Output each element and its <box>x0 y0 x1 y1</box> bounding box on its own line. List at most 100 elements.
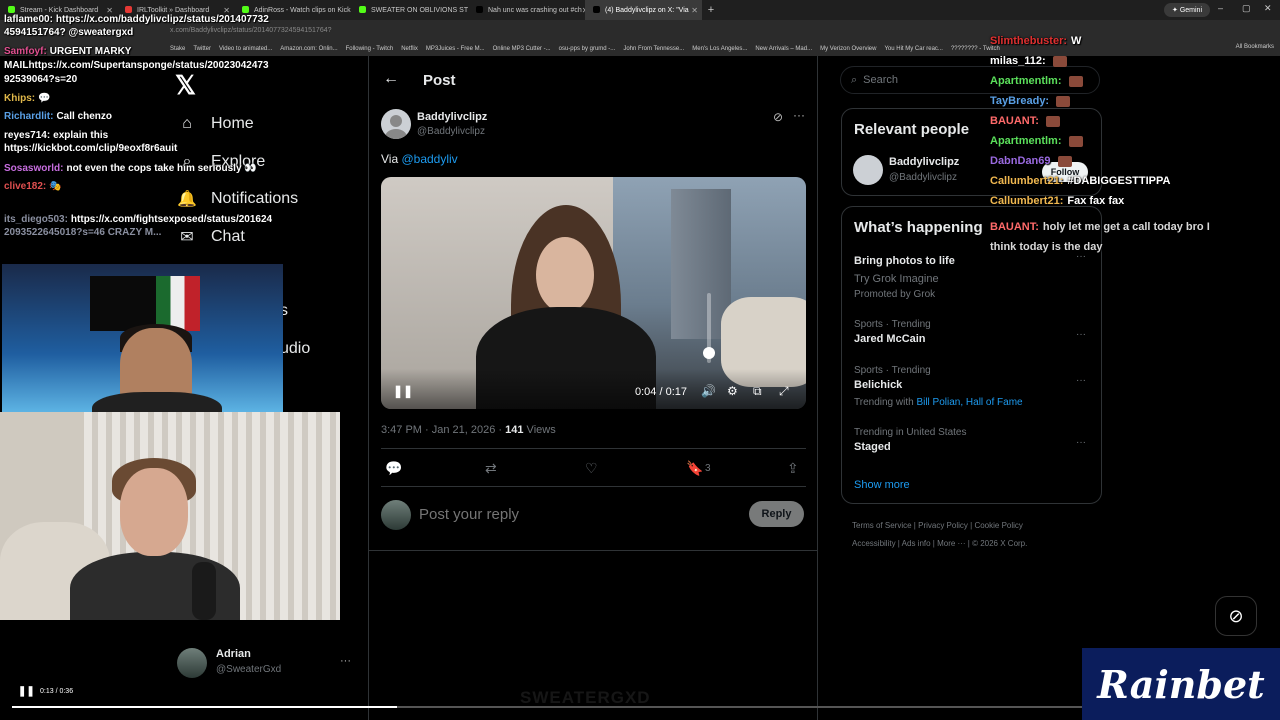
author-handle[interactable]: @Baddylivclipz <box>417 126 485 137</box>
tab-label: AdinRoss - Watch clips on Kick <box>254 6 351 14</box>
tab-label: SWEATER ON OBLIVIONS STRE <box>371 6 468 14</box>
relevant-avatar[interactable] <box>853 155 883 185</box>
divider <box>369 550 818 551</box>
post-timestamp[interactable]: 3:47 PM · Jan 21, 2026 · <box>381 424 505 436</box>
settings-gear-icon[interactable]: ⚙ <box>727 384 738 398</box>
repost-icon[interactable]: ⇄ <box>485 460 497 477</box>
footer-link[interactable]: Terms of Service <box>852 521 912 530</box>
home-icon: ⌂ <box>182 115 192 132</box>
share-icon[interactable]: ⇪ <box>787 460 799 477</box>
chat-message: think today is the day <box>990 241 1102 253</box>
trend-title[interactable]: Staged <box>854 441 891 453</box>
account-handle[interactable]: @SweaterGxd <box>216 664 281 675</box>
trend-title[interactable]: Belichick <box>854 379 902 391</box>
nav-item-chat[interactable]: ✉ Chat <box>177 227 245 247</box>
bookmark-item[interactable]: Amazon.com: Onlin... <box>280 46 337 52</box>
reply-icon[interactable]: 💬 <box>385 460 402 477</box>
chat-text: 4594151764? @sweatergxd <box>4 27 134 38</box>
chat-message: clive182: 🎭 <box>4 181 62 192</box>
back-arrow-icon[interactable]: ← <box>383 70 399 88</box>
page-title: Post <box>423 72 456 89</box>
views-label: Views <box>523 424 556 436</box>
trend-more-icon[interactable]: ··· <box>1076 375 1086 386</box>
bookmark-item[interactable]: You Hit My Car reac... <box>884 46 942 52</box>
mention-link[interactable]: @baddyliv <box>401 152 457 166</box>
url-text[interactable]: x.com/Baddylivclipz/status/2014077324594… <box>170 27 332 34</box>
trend-related-links[interactable]: Bill Polian, Hall of Fame <box>916 397 1022 408</box>
bookmark-item[interactable]: Stake <box>170 46 185 52</box>
footer-link[interactable]: Privacy Policy <box>918 521 968 530</box>
bookmark-item[interactable]: Following - Twitch <box>346 46 394 52</box>
minimize-icon[interactable]: – <box>1218 3 1223 13</box>
chat-username: reyes714: <box>4 130 51 141</box>
trend-more-icon[interactable]: ··· <box>1076 437 1086 448</box>
nav-item-label: Notifications <box>211 190 299 207</box>
account-avatar[interactable] <box>177 648 207 678</box>
video-player[interactable]: ❚❚ 0:04 / 0:17 🔊 ⚙ ⧉ ⤢ <box>381 177 806 409</box>
fullscreen-icon[interactable]: ⤢ <box>779 384 789 399</box>
close-window-icon[interactable]: ✕ <box>1264 3 1272 14</box>
bookmark-item[interactable]: My Verizon Overview <box>820 46 876 52</box>
gemini-button[interactable]: ✦ Gemini <box>1164 3 1210 17</box>
trend-title[interactable]: Bring photos to life <box>854 255 955 267</box>
trend-context: Sports · Trending <box>854 319 931 330</box>
search-placeholder[interactable]: Search <box>863 74 898 86</box>
chat-message: Richardlit: Call chenzo <box>4 111 112 122</box>
bookmark-item[interactable]: Twitter <box>193 46 211 52</box>
chat-text: 💬 <box>38 93 51 104</box>
tab-close-icon[interactable]: ✕ <box>691 6 698 15</box>
grok-fab-icon[interactable]: ⊘ <box>1215 596 1257 636</box>
browser-tab[interactable]: Nah unc was crashing out #ch✕ <box>468 0 585 20</box>
volume-icon[interactable]: 🔊 <box>701 384 716 398</box>
maximize-icon[interactable]: ▢ <box>1242 3 1251 14</box>
x-logo-icon[interactable]: 𝕏 <box>175 70 196 101</box>
bookmark-item[interactable]: Online MP3 Cutter -... <box>493 46 551 52</box>
stream-watermark: SWEATERGXD <box>520 688 651 707</box>
pip-icon[interactable]: ⧉ <box>753 384 762 399</box>
account-more-icon[interactable]: ··· <box>340 655 351 667</box>
footer-link[interactable]: © 2026 X Corp. <box>972 539 1027 548</box>
trend-more-icon[interactable]: ··· <box>1076 329 1086 340</box>
new-tab-button[interactable]: + <box>702 4 720 16</box>
nav-item-home[interactable]: ⌂ Home <box>177 114 254 134</box>
nav-item-notifications[interactable]: 🔔 Notifications <box>177 189 298 209</box>
bookmark-item[interactable]: Men's Los Angeles... <box>692 46 747 52</box>
grok-icon[interactable]: ⊘ <box>773 110 783 124</box>
tab-favicon-icon <box>359 6 366 13</box>
more-options-icon[interactable]: ··· <box>793 108 805 122</box>
relevant-name[interactable]: Baddylivclipz <box>889 156 959 168</box>
all-bookmarks-link[interactable]: All Bookmarks <box>1236 44 1274 50</box>
emote-icon <box>1052 55 1067 67</box>
video-time: 0:04 / 0:17 <box>635 386 687 398</box>
author-name[interactable]: Baddylivclipz <box>417 111 487 123</box>
stream-pause-icon[interactable]: ❚❚ <box>18 686 35 697</box>
author-avatar[interactable] <box>381 109 411 139</box>
nav-item-partial-2[interactable]: udio <box>280 340 310 358</box>
reply-button[interactable]: Reply <box>749 501 804 527</box>
volume-slider-handle[interactable] <box>703 347 715 359</box>
trend-title[interactable]: Jared McCain <box>854 333 926 345</box>
footer-link[interactable]: More ··· <box>937 539 965 548</box>
browser-tab[interactable]: SWEATER ON OBLIVIONS STRE✕ <box>351 0 468 20</box>
bookmark-item[interactable]: John From Tennesse... <box>623 46 684 52</box>
footer-link[interactable]: Accessibility <box>852 539 896 548</box>
bookmark-item[interactable]: Video to animated... <box>219 46 272 52</box>
chat-username: BAUANT: <box>990 115 1039 127</box>
footer-link[interactable]: Cookie Policy <box>974 521 1022 530</box>
relevant-handle[interactable]: @Baddylivclipz <box>889 172 957 183</box>
reply-input[interactable] <box>419 506 719 523</box>
show-more-link[interactable]: Show more <box>854 479 910 491</box>
like-icon[interactable]: ♡ <box>585 460 598 477</box>
bookmark-icon[interactable]: 🔖 <box>686 460 703 477</box>
account-name[interactable]: Adrian <box>216 648 251 660</box>
pause-icon[interactable]: ❚❚ <box>393 384 413 398</box>
bookmark-item[interactable]: osu-pps by grumd -... <box>559 46 616 52</box>
tab-label: Nah unc was crashing out #ch <box>488 6 582 14</box>
bookmark-item[interactable]: New Arrivals – Mad... <box>755 46 812 52</box>
footer-link[interactable]: Ads info <box>902 539 931 548</box>
bookmark-item[interactable]: MP3Juices - Free M... <box>426 46 485 52</box>
promoted-label: Promoted by Grok <box>854 289 936 300</box>
views-count: 141 <box>505 424 524 436</box>
bookmark-item[interactable]: Netflix <box>401 46 418 52</box>
browser-tab[interactable]: (4) Baddylivclipz on X: "Via ✕ <box>585 0 702 20</box>
